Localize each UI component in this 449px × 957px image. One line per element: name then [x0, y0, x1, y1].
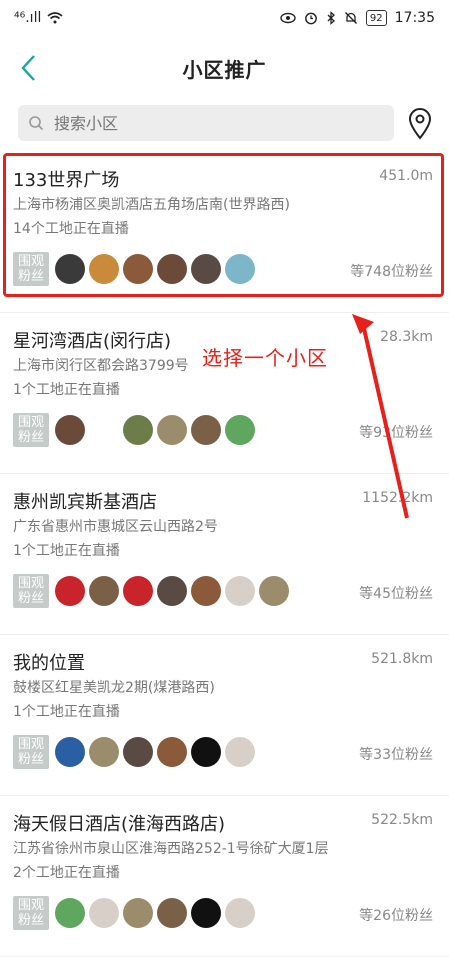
- header: 小区推广: [0, 36, 449, 100]
- page-title: 小区推广: [182, 57, 267, 82]
- avatar[interactable]: [123, 898, 153, 928]
- status-bar: ⁴⁶.ıll 92 17:35: [0, 0, 449, 36]
- annotation-text: 选择一个小区: [202, 346, 328, 370]
- community-item[interactable]: 我的位置 521.8km 鼓楼区红星美凯龙2期(煤港路西) 1个工地正在直播围观 粉丝 等…: [0, 635, 449, 796]
- community-address: 上海市闵行区都会路3799号: [13, 358, 189, 374]
- community-item[interactable]: 海天假日酒店(淮海西路店) 522.5km 江苏省徐州市泉山区淮海西路252-1号徐…: [0, 796, 449, 957]
- community-live-count: 2个工地正在直播: [13, 865, 120, 881]
- avatar[interactable]: [55, 576, 85, 606]
- status-right: 92 17:35: [280, 10, 449, 26]
- community-name: 惠州凯宾斯基酒店: [13, 492, 157, 513]
- avatar[interactable]: [55, 898, 85, 928]
- community-live-count: 1个工地正在直播: [13, 543, 120, 559]
- community-address: 广东省惠州市惠城区云山西路2号: [13, 519, 218, 535]
- wifi-icon: [47, 12, 63, 24]
- fan-count: 等26位粉丝: [359, 908, 433, 924]
- avatar[interactable]: [225, 737, 255, 767]
- badge-line: 粉丝: [17, 752, 44, 767]
- avatar[interactable]: [157, 415, 187, 445]
- avatar[interactable]: [123, 737, 153, 767]
- battery-indicator: 92: [365, 10, 387, 26]
- chevron-left-icon: [21, 55, 35, 81]
- search-icon: [18, 115, 54, 131]
- avatar[interactable]: [191, 737, 221, 767]
- avatar[interactable]: [191, 576, 221, 606]
- avatar[interactable]: [157, 576, 187, 606]
- bluetooth-icon: [327, 11, 335, 25]
- community-distance: 522.5km: [371, 812, 433, 828]
- avatar[interactable]: [191, 898, 221, 928]
- avatar[interactable]: [55, 737, 85, 767]
- avatar[interactable]: [157, 737, 187, 767]
- annotation-arrow: [352, 314, 409, 519]
- avatar[interactable]: [123, 415, 153, 445]
- fan-avatars-row: 围观 粉丝: [13, 413, 259, 447]
- search-input[interactable]: [54, 107, 374, 139]
- avatar[interactable]: [55, 415, 85, 445]
- community-address: 江苏省徐州市泉山区淮海西路252-1号徐矿大厦1层: [13, 841, 329, 857]
- badge-line: 粉丝: [17, 913, 44, 928]
- location-pin-icon: [408, 108, 432, 140]
- onlooker-fans-badge[interactable]: 围观 粉丝: [13, 735, 49, 769]
- fan-avatars-row: 围观 粉丝: [13, 896, 259, 930]
- search-bar[interactable]: [18, 105, 394, 141]
- badge-line: 围观: [17, 737, 44, 752]
- avatar[interactable]: [225, 898, 255, 928]
- alarm-icon: [305, 12, 317, 25]
- avatar[interactable]: [89, 737, 119, 767]
- badge-line: 围观: [17, 898, 44, 913]
- community-address: 鼓楼区红星美凯龙2期(煤港路西): [13, 680, 215, 696]
- avatar[interactable]: [123, 576, 153, 606]
- onlooker-fans-badge[interactable]: 围观 粉丝: [13, 413, 49, 447]
- avatar[interactable]: [89, 898, 119, 928]
- community-live-count: 1个工地正在直播: [13, 382, 120, 398]
- avatar[interactable]: [89, 576, 119, 606]
- eye-icon: [280, 12, 296, 24]
- badge-line: 粉丝: [17, 591, 44, 606]
- community-live-count: 1个工地正在直播: [13, 704, 120, 720]
- back-button[interactable]: [14, 50, 42, 86]
- highlight-box: [3, 153, 444, 297]
- status-time: 17:35: [394, 10, 435, 26]
- fan-avatars-row: 围观 粉丝: [13, 574, 293, 608]
- community-name: 海天假日酒店(淮海西路店): [13, 814, 226, 835]
- avatar[interactable]: [259, 576, 289, 606]
- onlooker-fans-badge[interactable]: 围观 粉丝: [13, 896, 49, 930]
- location-button[interactable]: [404, 104, 436, 144]
- community-name: 我的位置: [13, 653, 85, 674]
- signal-icon: ⁴⁶.ıll: [14, 10, 42, 26]
- onlooker-fans-badge[interactable]: 围观 粉丝: [13, 574, 49, 608]
- status-left: ⁴⁶.ıll: [0, 10, 63, 26]
- community-distance: 521.8km: [371, 651, 433, 667]
- avatar[interactable]: [191, 415, 221, 445]
- fan-count: 等45位粉丝: [359, 586, 433, 602]
- community-name: 星河湾酒店(闵行店): [13, 331, 172, 352]
- badge-line: 围观: [17, 415, 44, 430]
- fan-avatars-row: 围观 粉丝: [13, 735, 259, 769]
- avatar[interactable]: [157, 898, 187, 928]
- mute-bell-icon: [344, 12, 357, 24]
- badge-line: 围观: [17, 576, 44, 591]
- avatar[interactable]: [225, 415, 255, 445]
- avatar[interactable]: [225, 576, 255, 606]
- badge-line: 粉丝: [17, 430, 44, 445]
- fan-count: 等33位粉丝: [359, 747, 433, 763]
